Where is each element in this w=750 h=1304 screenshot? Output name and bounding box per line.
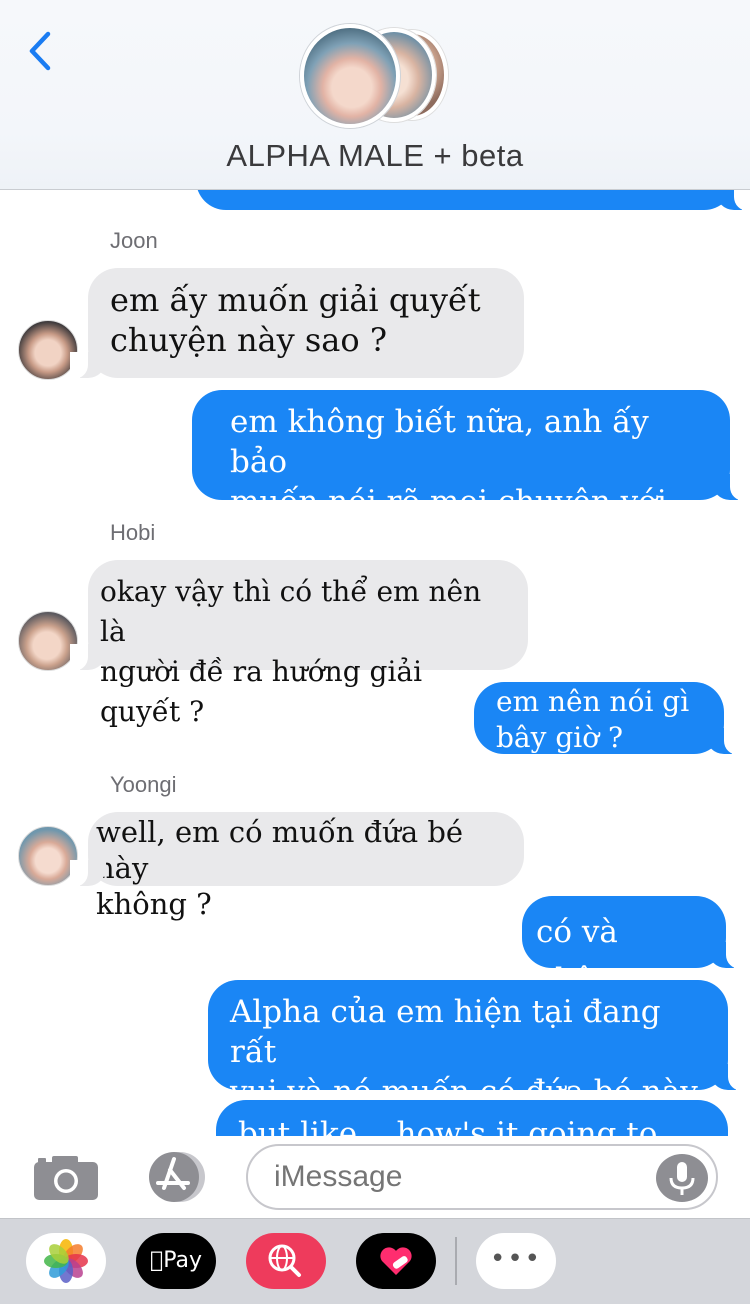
apple-pay-label: Pay — [136, 1233, 216, 1289]
apple-pay-button[interactable]: Pay — [136, 1233, 216, 1289]
digital-touch-app-button[interactable] — [356, 1233, 436, 1289]
camera-icon — [34, 1156, 98, 1200]
web-images-app-button[interactable] — [246, 1233, 326, 1289]
drawer-divider — [455, 1237, 457, 1285]
sender-name: Hobi — [110, 520, 156, 545]
incoming-message-bubble[interactable]: em ấy muốn giải quyết chuyện này sao ? — [70, 268, 524, 379]
globe-search-icon — [268, 1244, 301, 1277]
incoming-message-bubble[interactable]: well, em có muốn đứa bé này không ? — [70, 812, 524, 921]
dictation-button[interactable] — [656, 1154, 708, 1202]
app-store-button[interactable] — [140, 1150, 212, 1204]
outgoing-message-bubble[interactable]: em không biết nữa, anh ấy bảo muốn nói r… — [192, 390, 748, 560]
composer-bar — [0, 1136, 750, 1218]
more-apps-button[interactable]: ••• — [476, 1233, 556, 1289]
message-input[interactable] — [246, 1144, 718, 1210]
sender-name: Joon — [110, 228, 158, 253]
camera-button[interactable] — [32, 1154, 100, 1202]
avatar[interactable] — [18, 826, 78, 886]
sender-name: Yoongi — [110, 772, 177, 797]
avatar — [300, 24, 400, 128]
incoming-message-bubble[interactable]: okay vậy thì có thể em nên là người đề r… — [70, 560, 528, 728]
outgoing-message-bubble[interactable]: có và không — [522, 896, 744, 998]
message-list[interactable]: Joon em ấy muốn giải quyết chuyện này sa… — [0, 190, 750, 1136]
avatar[interactable] — [18, 611, 78, 671]
avatar[interactable] — [18, 320, 78, 380]
apple-logo-icon:  — [150, 1248, 163, 1273]
conversation-header: ALPHA MALE + beta — [0, 0, 750, 190]
more-icon: ••• — [489, 1244, 542, 1274]
outgoing-message-bubble[interactable]: but like... how's it going to work — [216, 1100, 728, 1136]
chevron-left-icon — [29, 31, 51, 71]
app-drawer: Pay ••• — [0, 1218, 750, 1304]
outgoing-message-bubble[interactable]: em nên nói gì bây giờ ? — [474, 682, 742, 755]
microphone-icon — [669, 1162, 695, 1195]
app-store-icon — [149, 1152, 205, 1202]
conversation-title[interactable]: ALPHA MALE + beta — [0, 138, 750, 174]
outgoing-message-bubble[interactable]: Alpha của em hiện tại đang rất vui và nó… — [208, 980, 746, 1110]
back-button[interactable] — [22, 28, 62, 74]
photos-icon — [44, 1239, 88, 1283]
photos-app-button[interactable] — [26, 1233, 106, 1289]
group-avatar-stack[interactable] — [300, 24, 460, 128]
outgoing-message-bubble[interactable] — [196, 190, 750, 211]
heart-icon — [380, 1247, 412, 1275]
